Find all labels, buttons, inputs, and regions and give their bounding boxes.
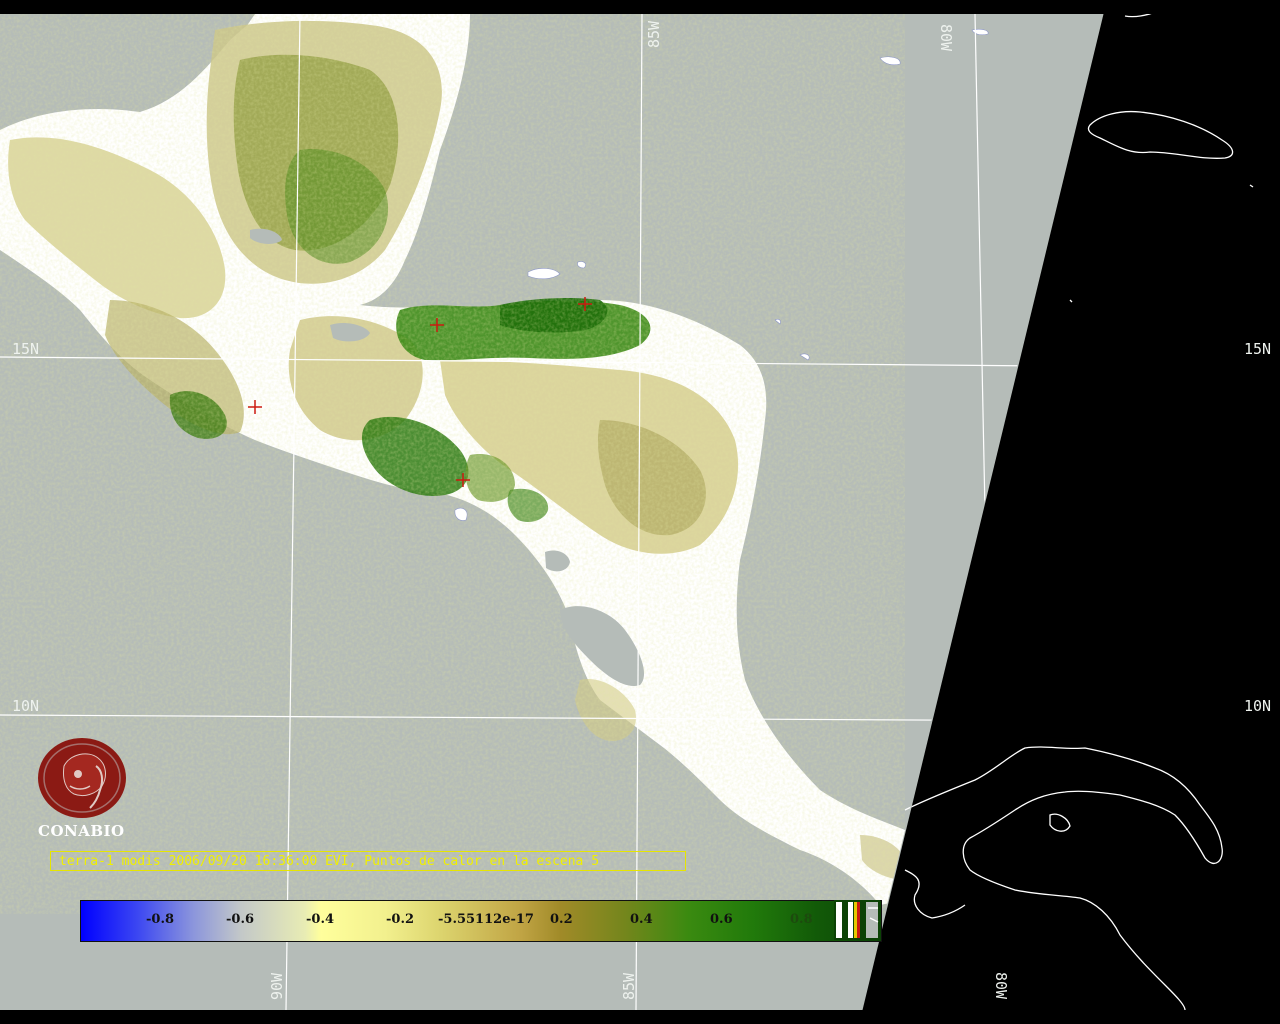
lon-label-80w-bottom: 80W: [992, 972, 1010, 1000]
colorbar-label: -0.6: [226, 912, 255, 927]
colorbar-label: -0.8: [146, 912, 175, 927]
lon-label-85w-top: 85W: [645, 20, 663, 48]
colorbar-special-classes: [834, 900, 880, 940]
vegetation-layer: [0, 14, 905, 914]
colorbar-label: -0.2: [386, 912, 415, 927]
colorbar-label: 0.8: [790, 912, 813, 927]
logo-text: CONABIO: [38, 822, 125, 840]
scene-caption: terra-1 modis 2006/09/20 16:36:00 EVI, P…: [50, 851, 686, 871]
conabio-logo: [38, 738, 126, 818]
colorbar-label: 0.6: [710, 912, 733, 927]
lat-label-10n-right: 10N: [1244, 697, 1272, 715]
lat-label-15n-left: 15N: [12, 340, 40, 358]
colorbar-label: -5.55112e-17: [438, 912, 534, 927]
colorbar-label: 0.4: [630, 912, 653, 927]
lat-label-10n-left: 10N: [12, 697, 40, 715]
lon-label-85w-bottom: 85W: [620, 972, 638, 1000]
lon-label-90w-bottom: 90W: [268, 972, 286, 1000]
colorbar-label: -0.4: [306, 912, 335, 927]
lat-label-15n-right: 15N: [1244, 340, 1272, 358]
colorbar-label: 0.2: [550, 912, 573, 927]
lon-label-80w-top: 80W: [937, 24, 955, 52]
